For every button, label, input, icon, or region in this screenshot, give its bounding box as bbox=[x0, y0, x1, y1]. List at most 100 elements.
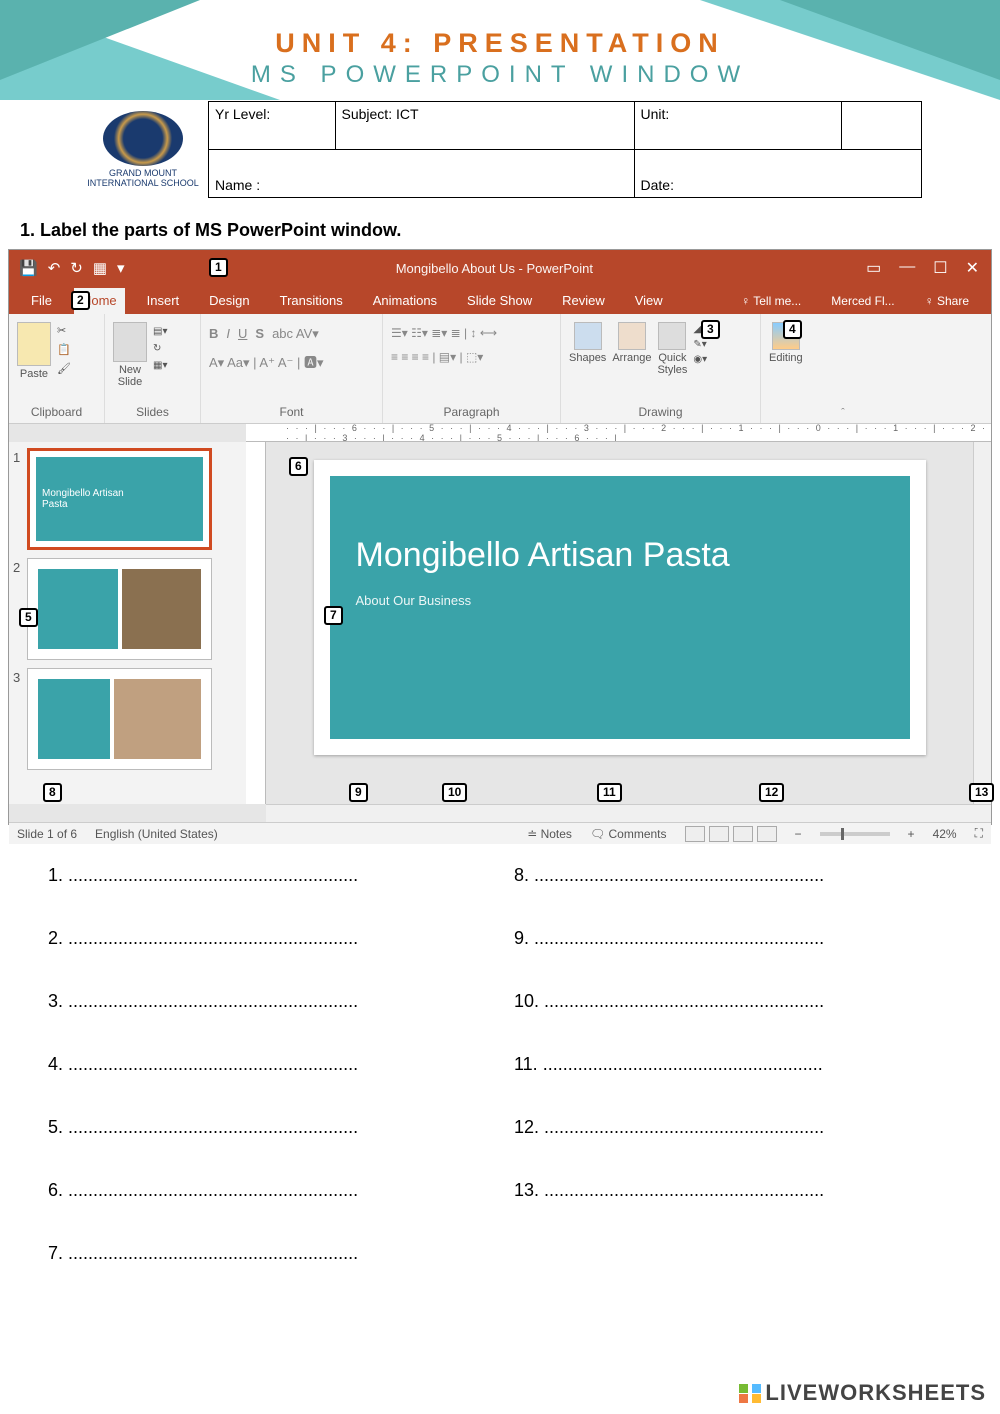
answer-5[interactable]: 5. .....................................… bbox=[48, 1117, 486, 1138]
fit-icon[interactable]: ⛶ bbox=[975, 826, 983, 841]
answer-9[interactable]: 9. .....................................… bbox=[514, 928, 952, 949]
tab-design[interactable]: Design bbox=[201, 288, 257, 314]
answer-13[interactable]: 13. ....................................… bbox=[514, 1180, 952, 1201]
start-icon[interactable]: ▦ bbox=[93, 259, 107, 277]
label-5: 5 bbox=[19, 608, 38, 627]
zoom-slider[interactable] bbox=[820, 832, 890, 836]
language[interactable]: English (United States) bbox=[95, 827, 218, 841]
slide-editing-area[interactable]: Mongibello Artisan Pasta About Our Busin… bbox=[266, 442, 973, 804]
share-button[interactable]: ♀ Share bbox=[917, 289, 977, 314]
redo-icon[interactable]: ↻ bbox=[70, 259, 83, 277]
format-painter-icon[interactable]: 🖌 bbox=[57, 362, 71, 375]
quick-access-toolbar[interactable]: 💾 ↶ ↻ ▦ ▾ bbox=[9, 259, 135, 277]
tab-insert[interactable]: Insert bbox=[139, 288, 188, 314]
thumbnail-3[interactable] bbox=[27, 668, 212, 770]
save-icon[interactable]: 💾 bbox=[19, 259, 38, 277]
group-paragraph: Paragraph bbox=[391, 402, 552, 419]
quick-styles-button[interactable]: Quick Styles bbox=[657, 322, 687, 376]
shape-outline-icon[interactable]: ✎▾ bbox=[693, 339, 707, 350]
answer-11[interactable]: 11. ....................................… bbox=[514, 1054, 952, 1075]
horizontal-ruler: · · · | · · · 6 · · · | · · · 5 · · · | … bbox=[246, 424, 991, 442]
tab-transitions[interactable]: Transitions bbox=[272, 288, 351, 314]
group-slides: Slides bbox=[113, 402, 192, 419]
label-3: 3 bbox=[701, 320, 720, 339]
group-clipboard: Clipboard bbox=[17, 402, 96, 419]
answer-8[interactable]: 8. .....................................… bbox=[514, 865, 952, 886]
zoom-in-icon[interactable]: + bbox=[908, 827, 915, 841]
label-7: 7 bbox=[324, 606, 343, 625]
tab-file[interactable]: File bbox=[23, 288, 60, 314]
subject-cell: Subject: ICT bbox=[335, 102, 634, 150]
reset-icon[interactable]: ↻ bbox=[153, 343, 167, 354]
cut-icon[interactable]: ✂ bbox=[57, 324, 71, 337]
answer-7[interactable]: 7. .....................................… bbox=[48, 1243, 486, 1264]
window-title: Mongibello About Us - PowerPoint bbox=[135, 261, 855, 276]
title-bar: 💾 ↶ ↻ ▦ ▾ Mongibello About Us - PowerPoi… bbox=[9, 250, 991, 286]
watermark: LIVEWORKSHEETS bbox=[739, 1380, 986, 1406]
answer-3[interactable]: 3. .....................................… bbox=[48, 991, 486, 1012]
zoom-level[interactable]: 42% bbox=[933, 827, 957, 841]
answer-10[interactable]: 10. ....................................… bbox=[514, 991, 952, 1012]
copy-icon[interactable]: 📋 bbox=[57, 343, 71, 356]
group-drawing: Drawing bbox=[569, 402, 752, 419]
vertical-ruler bbox=[246, 442, 266, 804]
group-font: Font bbox=[209, 402, 374, 419]
view-buttons[interactable] bbox=[685, 826, 777, 842]
new-slide-button[interactable]: New Slide bbox=[113, 322, 147, 388]
answer-4[interactable]: 4. .....................................… bbox=[48, 1054, 486, 1075]
tab-review[interactable]: Review bbox=[554, 288, 613, 314]
close-icon[interactable]: ✕ bbox=[966, 258, 979, 278]
slide-panel: 1Mongibello Artisan Pasta 2 3 bbox=[9, 442, 246, 804]
label-1: 1 bbox=[209, 258, 228, 277]
ribbon: Paste ✂ 📋 🖌 Clipboard New Slide ▤▾ ↻ ▦▾ Slides… bbox=[9, 314, 991, 424]
student-info-table: Yr Level: Subject: ICT Unit: Name : Date… bbox=[208, 101, 922, 198]
slide-subtitle[interactable]: About Our Business bbox=[356, 593, 890, 608]
answer-1[interactable]: 1. .....................................… bbox=[48, 865, 486, 886]
current-slide[interactable]: Mongibello Artisan Pasta About Our Busin… bbox=[314, 460, 926, 755]
powerpoint-window: 1 2 3 4 5 6 7 8 9 10 11 12 13 💾 ↶ ↻ ▦ ▾ … bbox=[8, 249, 992, 825]
answer-6[interactable]: 6. .....................................… bbox=[48, 1180, 486, 1201]
tab-view[interactable]: View bbox=[627, 288, 671, 314]
bg-triangle bbox=[0, 0, 200, 80]
section-icon[interactable]: ▦▾ bbox=[153, 360, 167, 371]
layout-icon[interactable]: ▤▾ bbox=[153, 326, 167, 337]
zoom-out-icon[interactable]: − bbox=[795, 827, 802, 841]
arrange-button[interactable]: Arrange bbox=[612, 322, 651, 364]
answer-lines: 1. .....................................… bbox=[48, 865, 952, 1306]
collapse-ribbon-icon[interactable]: ˆ bbox=[833, 314, 853, 423]
answer-12[interactable]: 12. ....................................… bbox=[514, 1117, 952, 1138]
comments-button[interactable]: 🗨 Comments bbox=[590, 827, 667, 841]
unit-cell[interactable]: Unit: bbox=[634, 102, 841, 150]
label-4: 4 bbox=[783, 320, 802, 339]
date-cell[interactable]: Date: bbox=[634, 150, 922, 198]
account[interactable]: Merced Fl... bbox=[823, 289, 902, 314]
horizontal-scrollbar[interactable] bbox=[266, 804, 991, 822]
minimize-icon[interactable]: — bbox=[899, 258, 915, 278]
label-10: 10 bbox=[442, 783, 467, 802]
ribbon-tabs: File Home Insert Design Transitions Anim… bbox=[9, 286, 991, 314]
tell-me[interactable]: ♀ Tell me... bbox=[733, 289, 809, 314]
notes-button[interactable]: ≐ Notes bbox=[527, 827, 572, 841]
slide-count: Slide 1 of 6 bbox=[17, 827, 77, 841]
shape-effects-icon[interactable]: ◉▾ bbox=[693, 354, 707, 365]
label-9: 9 bbox=[349, 783, 368, 802]
paste-button[interactable]: Paste bbox=[17, 322, 51, 380]
qat-dropdown-icon[interactable]: ▾ bbox=[117, 259, 125, 277]
undo-icon[interactable]: ↶ bbox=[48, 259, 61, 277]
thumbnail-1[interactable]: Mongibello Artisan Pasta bbox=[27, 448, 212, 550]
status-bar: Slide 1 of 6 English (United States) ≐ N… bbox=[9, 822, 991, 844]
name-cell[interactable]: Name : bbox=[209, 150, 635, 198]
vertical-scrollbar[interactable] bbox=[973, 442, 991, 804]
yr-level-cell[interactable]: Yr Level: bbox=[209, 102, 336, 150]
slide-title[interactable]: Mongibello Artisan Pasta bbox=[356, 536, 890, 575]
label-2: 2 bbox=[71, 291, 90, 310]
tab-slideshow[interactable]: Slide Show bbox=[459, 288, 540, 314]
tab-animations[interactable]: Animations bbox=[365, 288, 445, 314]
answer-2[interactable]: 2. .....................................… bbox=[48, 928, 486, 949]
ribbon-options-icon[interactable]: ▭ bbox=[866, 258, 881, 278]
thumbnail-2[interactable] bbox=[27, 558, 212, 660]
maximize-icon[interactable]: ☐ bbox=[933, 258, 947, 278]
shapes-button[interactable]: Shapes bbox=[569, 322, 606, 364]
label-11: 11 bbox=[597, 783, 622, 802]
school-logo: GRAND MOUNT INTERNATIONAL SCHOOL bbox=[78, 101, 208, 198]
